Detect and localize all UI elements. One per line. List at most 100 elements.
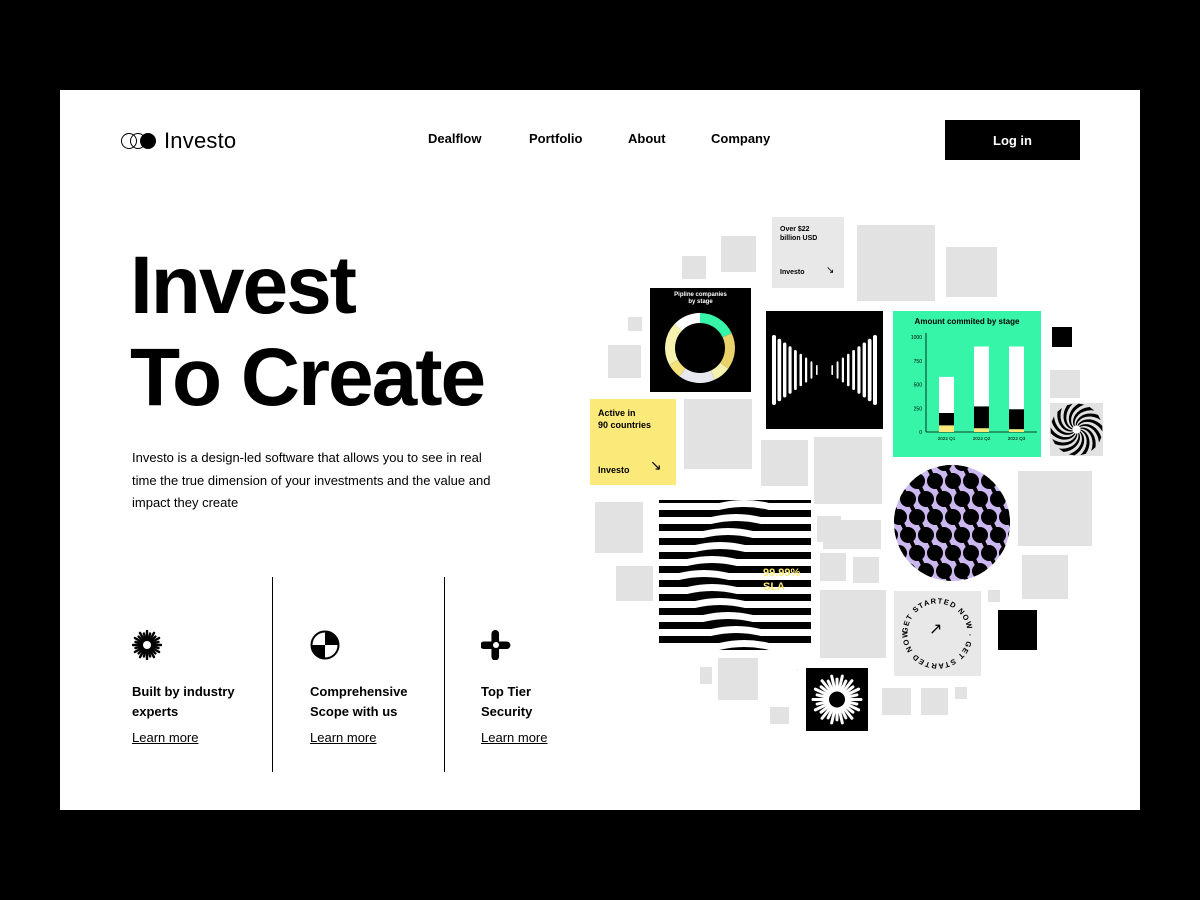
placeholder-tile (718, 658, 758, 700)
black-square-tile (998, 610, 1037, 650)
feature-title-line: Built by industry (132, 684, 235, 699)
placeholder-tile (595, 502, 643, 553)
feature-title-line: Scope with us (310, 704, 398, 719)
donut-title: Pipline companies by stage (650, 292, 751, 306)
quartered-circle-icon (310, 630, 340, 660)
stat-line: Over $22 (780, 226, 810, 233)
placeholder-tile (616, 566, 653, 601)
placeholder-tile (882, 688, 911, 715)
wave-stripe (659, 500, 811, 510)
chain-node (900, 563, 916, 579)
chain-node (894, 473, 907, 489)
spiral-art (1050, 403, 1103, 456)
chain-link (978, 570, 988, 581)
y-tick-label: 1000 (911, 335, 922, 341)
x-tick-label: 2022 Q2 (973, 436, 991, 441)
nav-portfolio[interactable]: Portfolio (529, 131, 582, 146)
tunnel-bar (799, 353, 802, 387)
nav-about[interactable]: About (628, 131, 666, 146)
wave-stripe (659, 542, 811, 552)
chain-link (1005, 552, 1010, 564)
tunnel-bar (788, 346, 792, 394)
bar-segment (939, 376, 954, 413)
tunnel-bar (867, 338, 872, 402)
wave-stripe (659, 612, 811, 622)
tunnel-bar (836, 361, 839, 379)
tunnel-bar (847, 353, 850, 387)
feature-divider (272, 577, 273, 772)
feature-title-line: Comprehensive (310, 684, 408, 699)
placeholder-tile (682, 256, 706, 279)
arrow-up-right-icon: ↗ (929, 621, 943, 638)
chain-link (996, 570, 1006, 581)
y-tick-label: 750 (914, 359, 923, 365)
tunnel-bar (816, 365, 818, 375)
placeholder-tile (946, 247, 997, 297)
placeholder-tile (853, 557, 879, 583)
brand-logo[interactable]: Investo (120, 128, 236, 154)
get-started-badge[interactable]: GET STARTED NOW · GET STARTED NOW · ↗ (892, 584, 981, 676)
sla-card[interactable]: 99.99% SLA (659, 500, 811, 650)
stat-line: billion USD (780, 235, 818, 242)
stat-card-funds[interactable]: Over $22 billion USD Investo ↘ (772, 217, 844, 288)
chain-link (894, 574, 898, 581)
placeholder-tile (1022, 555, 1068, 599)
sunburst-icon (132, 630, 162, 660)
login-button[interactable]: Log in (945, 120, 1080, 160)
chain-node (894, 545, 907, 561)
placeholder-tile (684, 399, 752, 469)
chain-node (894, 465, 898, 470)
placeholder-tile (797, 669, 798, 670)
x-tick-label: 2022 Q1 (938, 436, 956, 441)
placeholder-tile (761, 440, 808, 486)
chain-link (906, 570, 916, 581)
placeholder-tile (608, 345, 641, 378)
wave-stripe (659, 640, 811, 650)
learn-more-link[interactable]: Learn more (481, 730, 547, 745)
card-brand: Investo (780, 269, 805, 276)
cross-loop-icon (481, 630, 511, 660)
placeholder-tile (820, 553, 846, 581)
tunnel-bars-art (772, 335, 877, 405)
nav-company[interactable]: Company (711, 131, 770, 146)
placeholder-tile (721, 236, 756, 272)
chain-node (894, 492, 898, 506)
bar-segment (939, 413, 954, 426)
learn-more-link[interactable]: Learn more (132, 730, 198, 745)
wave-stripe (659, 514, 811, 524)
placeholder-tile (988, 590, 1000, 602)
donut-segment (720, 333, 735, 369)
chain-link (1005, 480, 1010, 492)
nav-dealflow[interactable]: Dealflow (428, 131, 481, 146)
chain-node (999, 473, 1010, 489)
arrow-down-right-icon: ↘ (826, 265, 835, 276)
amount-committed-chart[interactable]: Amount commited by stage 0 250 500 750 1000 20… (893, 311, 1041, 457)
tunnel-bar (873, 335, 877, 405)
chain-node (999, 545, 1010, 561)
wave-stripe (659, 598, 811, 608)
tunnel-bar (777, 338, 782, 402)
placeholder-tile (700, 667, 712, 684)
hero-title: Invest To Create (130, 240, 486, 424)
feature-title: Built by industry experts (132, 682, 262, 722)
feature-title-line: Security (481, 704, 533, 719)
tunnel-bar (783, 342, 787, 398)
hero-description: Investo is a design-led software that al… (132, 450, 491, 510)
learn-more-link[interactable]: Learn more (310, 730, 376, 745)
chain-node (894, 528, 898, 542)
sla-label: SLA (763, 581, 785, 593)
chain-pattern-art (894, 465, 1010, 581)
stat-card-text: Over $22 billion USD (780, 225, 817, 243)
placeholder-tile (857, 225, 935, 301)
bar-segment (1009, 429, 1024, 432)
stat-line: Active in (598, 408, 636, 418)
y-tick-label: 0 (919, 430, 922, 436)
pipeline-donut-card[interactable]: Pipline companies by stage (650, 288, 751, 392)
bar-segment (974, 406, 989, 429)
donut-segment (710, 362, 729, 380)
donut-title-line: Pipline companies (674, 292, 727, 298)
stat-card-countries[interactable]: Active in 90 countries Investo ↘ (590, 399, 676, 485)
y-tick-label: 500 (914, 383, 923, 389)
pattern-circle (894, 465, 1010, 581)
placeholder-tile (820, 590, 886, 658)
